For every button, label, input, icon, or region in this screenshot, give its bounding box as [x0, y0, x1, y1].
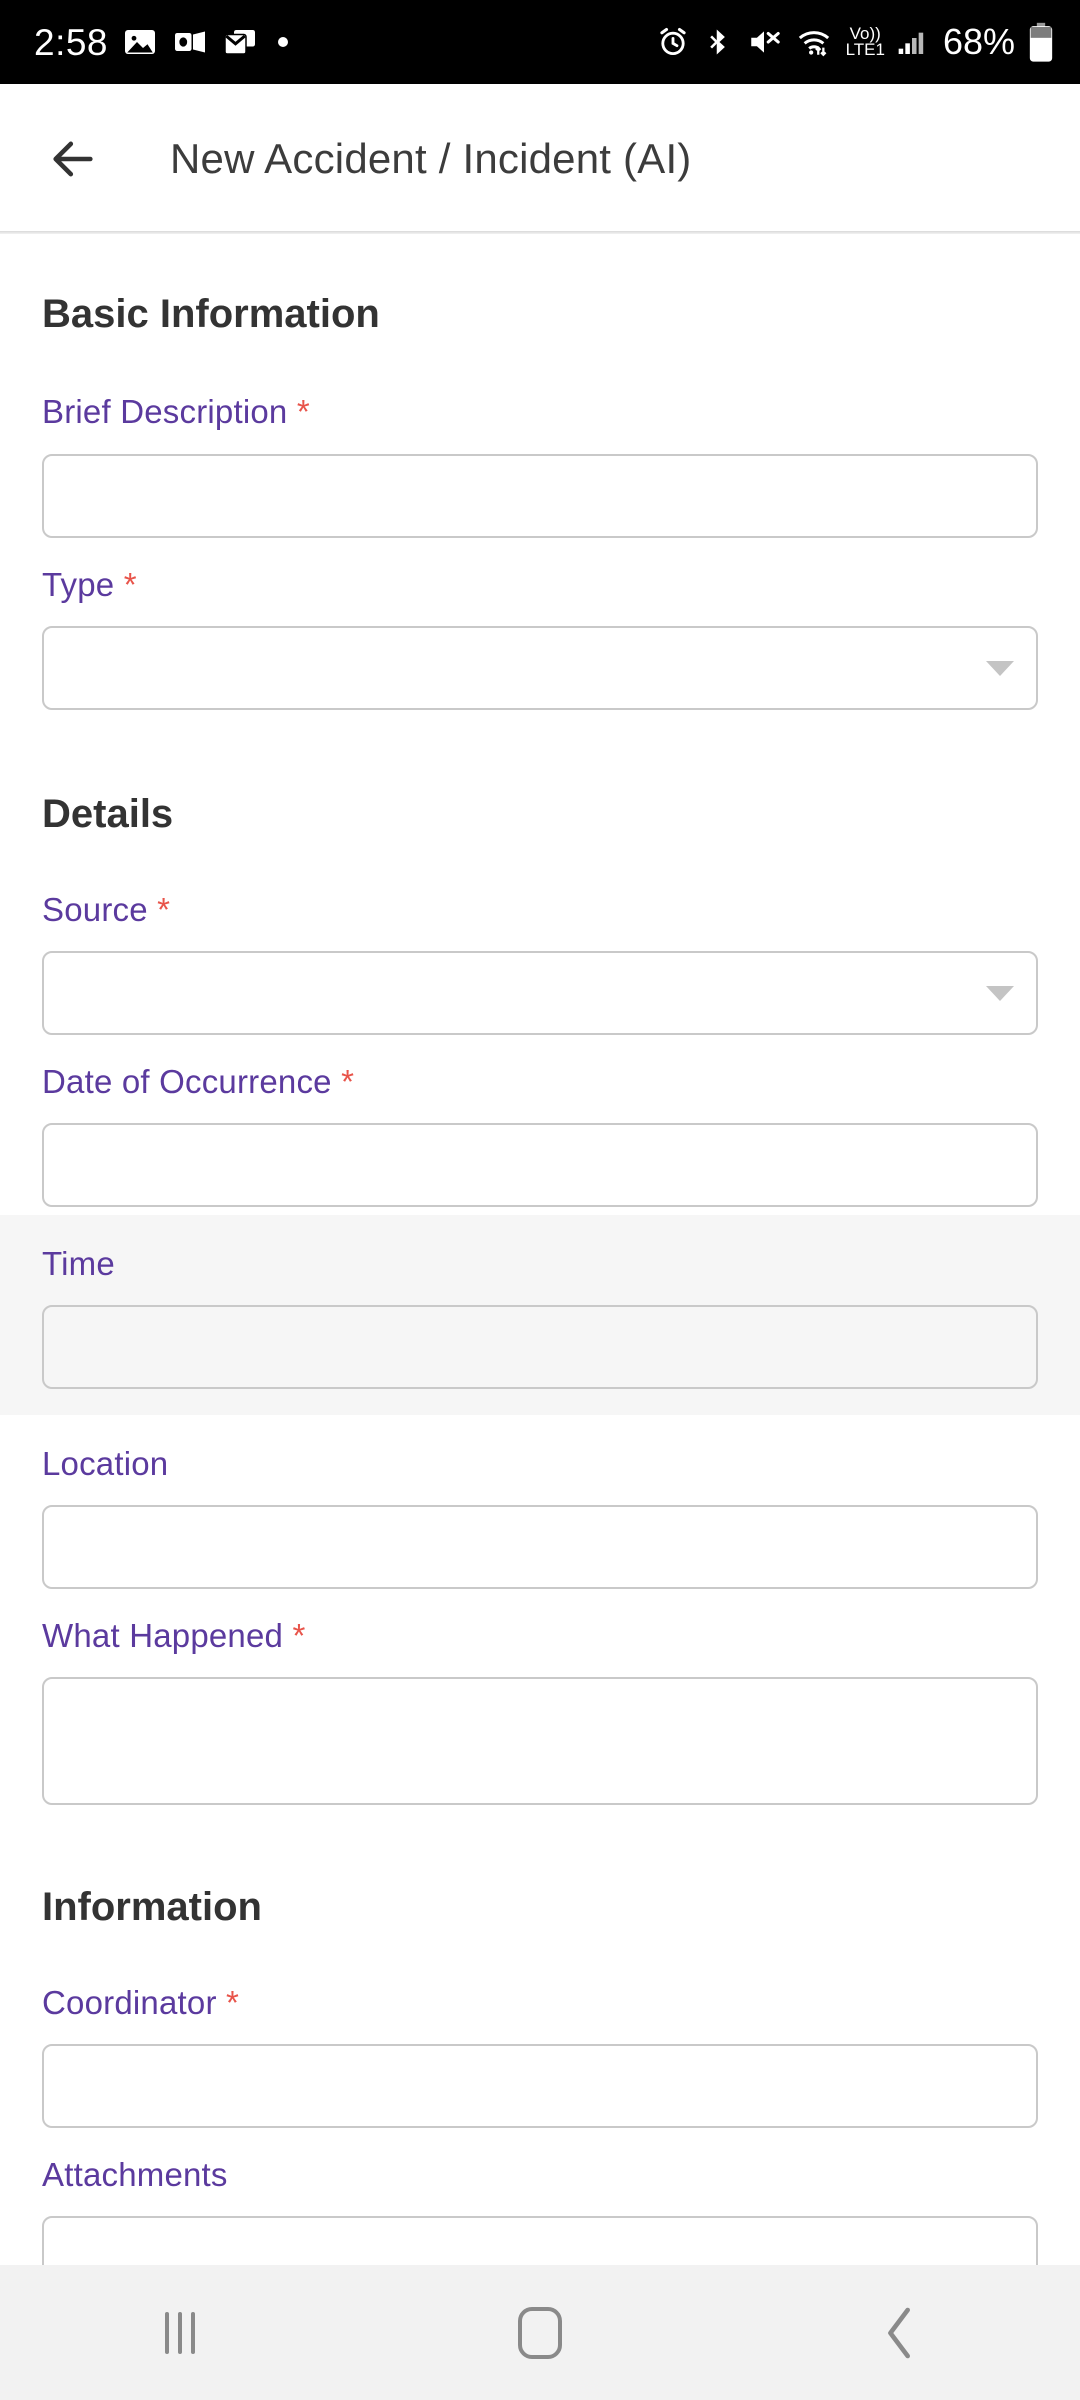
nav-back-button[interactable] [825, 2265, 975, 2400]
label-text: Attachments [42, 2156, 228, 2193]
required-asterisk: * [283, 1617, 306, 1654]
field-label-source: Source * [42, 891, 1038, 929]
page-title: New Accident / Incident (AI) [170, 135, 692, 182]
field-label-type: Type * [42, 566, 1038, 604]
volte-label-bottom: LTE1 [845, 40, 885, 59]
field-source: Source * [0, 837, 1080, 1035]
label-text: Brief Description [42, 393, 288, 430]
bluetooth-icon [709, 29, 725, 55]
input-coordinator[interactable] [42, 2044, 1038, 2128]
field-label-location: Location [42, 1445, 1038, 1483]
battery-percent-label: 68% [942, 21, 1015, 62]
volte-indicator: Vo)) LTE1 [845, 25, 885, 59]
arrow-left-icon [53, 141, 93, 177]
input-date-of-occurrence[interactable] [42, 1123, 1038, 1207]
outlook-icon [175, 31, 206, 53]
field-brief-description: Brief Description * [0, 337, 1080, 538]
label-text: Coordinator [42, 1984, 217, 2021]
chevron-down-icon [986, 985, 1014, 1001]
field-location: Location [0, 1415, 1080, 1589]
input-location[interactable] [42, 1505, 1038, 1589]
field-time: Time [0, 1215, 1080, 1415]
label-text: Location [42, 1445, 169, 1482]
form-scroll-area[interactable]: Basic Information Brief Description * Ty… [0, 234, 1080, 2400]
alarm-icon [659, 27, 686, 56]
label-text: Time [42, 1245, 115, 1282]
field-label-what-happened: What Happened * [42, 1617, 1038, 1655]
field-what-happened: What Happened * [0, 1589, 1080, 1805]
textarea-what-happened[interactable] [42, 1677, 1038, 1805]
status-bar: 2:58 Vo)) LTE1 68% [0, 0, 1080, 84]
field-coordinator: Coordinator * [0, 1930, 1080, 2128]
field-label-brief-description: Brief Description * [42, 393, 1038, 431]
label-text: What Happened [42, 1617, 284, 1654]
status-bar-left: 2:58 [34, 21, 289, 63]
required-asterisk: * [114, 566, 137, 603]
input-brief-description[interactable] [42, 454, 1038, 538]
required-asterisk: * [287, 393, 310, 430]
app-bar: New Accident / Incident (AI) [0, 84, 1080, 234]
section-heading-information: Information [42, 1885, 262, 1929]
status-time: 2:58 [34, 21, 109, 63]
chevron-down-icon [986, 660, 1014, 676]
chevron-left-icon [888, 2307, 910, 2358]
field-label-coordinator: Coordinator * [42, 1984, 1038, 2022]
input-time[interactable] [42, 1305, 1038, 1389]
mail-icon [224, 30, 256, 55]
wifi-icon [798, 31, 829, 57]
android-navigation-bar [0, 2265, 1080, 2400]
recents-icon [165, 2311, 195, 2354]
field-label-attachments: Attachments [42, 2156, 1038, 2194]
field-date-of-occurrence: Date of Occurrence * [0, 1035, 1080, 1207]
phone-screen: 2:58 Vo)) LTE1 68% New Accident / Incide… [0, 0, 1080, 2400]
signal-icon [898, 32, 924, 54]
mute-icon [750, 31, 780, 53]
section-heading-basic-information: Basic Information [42, 292, 380, 336]
nav-recents-button[interactable] [105, 2265, 255, 2400]
notification-dot-icon [278, 37, 289, 47]
battery-icon [1029, 22, 1053, 62]
nav-home-button[interactable] [465, 2265, 615, 2400]
status-bar-right: Vo)) LTE1 68% [656, 22, 1054, 62]
home-icon [518, 2306, 562, 2359]
required-asterisk: * [147, 891, 171, 928]
select-type[interactable] [42, 626, 1038, 710]
section-heading-details: Details [42, 792, 174, 836]
label-text: Source [42, 891, 148, 928]
gallery-icon [125, 30, 156, 54]
field-label-date-of-occurrence: Date of Occurrence * [42, 1063, 1038, 1101]
select-source[interactable] [42, 951, 1038, 1035]
back-button[interactable] [44, 130, 102, 188]
field-type: Type * [0, 538, 1080, 710]
label-text: Type [42, 566, 115, 603]
required-asterisk: * [216, 1984, 240, 2021]
required-asterisk: * [331, 1063, 355, 1100]
label-text: Date of Occurrence [42, 1063, 332, 1100]
field-label-time: Time [42, 1245, 1038, 1283]
